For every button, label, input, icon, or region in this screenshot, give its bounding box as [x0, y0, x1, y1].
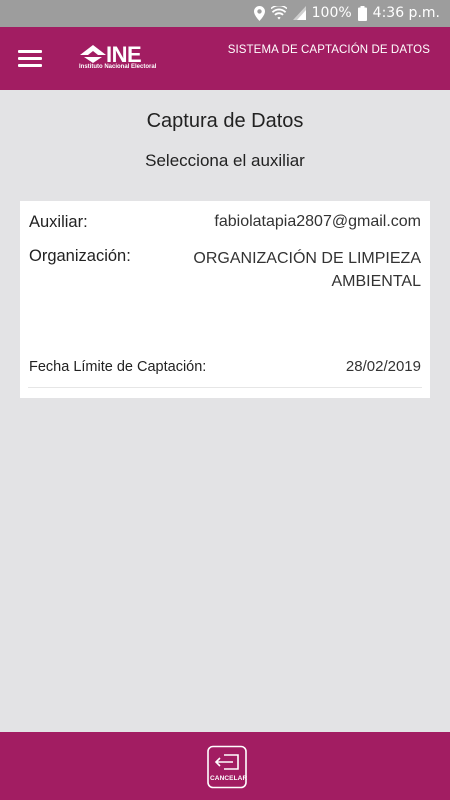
hamburger-menu-icon[interactable] [18, 48, 44, 68]
status-icons: 100% 4:36 p.m. [253, 4, 440, 22]
auxiliar-value: fabiolatapia2807@gmail.com [214, 213, 421, 230]
header-title: SISTEMA DE CAPTACIÓN DE DATOS [227, 44, 430, 56]
fecha-limite-value: 28/02/2019 [345, 358, 421, 375]
auxiliar-label: Auxiliar: [29, 213, 88, 231]
cancel-label: CANCELAR [210, 775, 248, 782]
app-header: INE Instituto Nacional Electoral SISTEMA… [0, 27, 450, 90]
cancel-button[interactable]: CANCELAR [203, 745, 249, 789]
page-subtitle: Selecciona el auxiliar [145, 151, 305, 170]
battery-percent: 100% [311, 5, 352, 21]
page-title: Captura de Datos [146, 110, 304, 132]
footer-bar: CANCELAR [0, 732, 450, 800]
logo-subtext: Instituto Nacional Electoral [79, 64, 157, 70]
ine-logo: INE Instituto Nacional Electoral [78, 42, 170, 74]
signal-icon [292, 6, 306, 20]
fecha-limite-label: Fecha Límite de Captación: [29, 359, 207, 375]
status-bar: 100% 4:36 p.m. [0, 0, 450, 27]
status-time: 4:36 p.m. [372, 5, 440, 21]
organizacion-label: Organización: [29, 247, 131, 265]
battery-icon [357, 5, 367, 21]
location-icon [253, 5, 265, 21]
organizacion-value: ORGANIZACIÓN DE LIMPIEZA AMBIENTAL [193, 250, 421, 290]
wifi-icon [270, 6, 287, 20]
auxiliar-card[interactable]: Auxiliar: fabiolatapia2807@gmail.com Org… [20, 201, 430, 398]
card-divider [28, 387, 422, 388]
